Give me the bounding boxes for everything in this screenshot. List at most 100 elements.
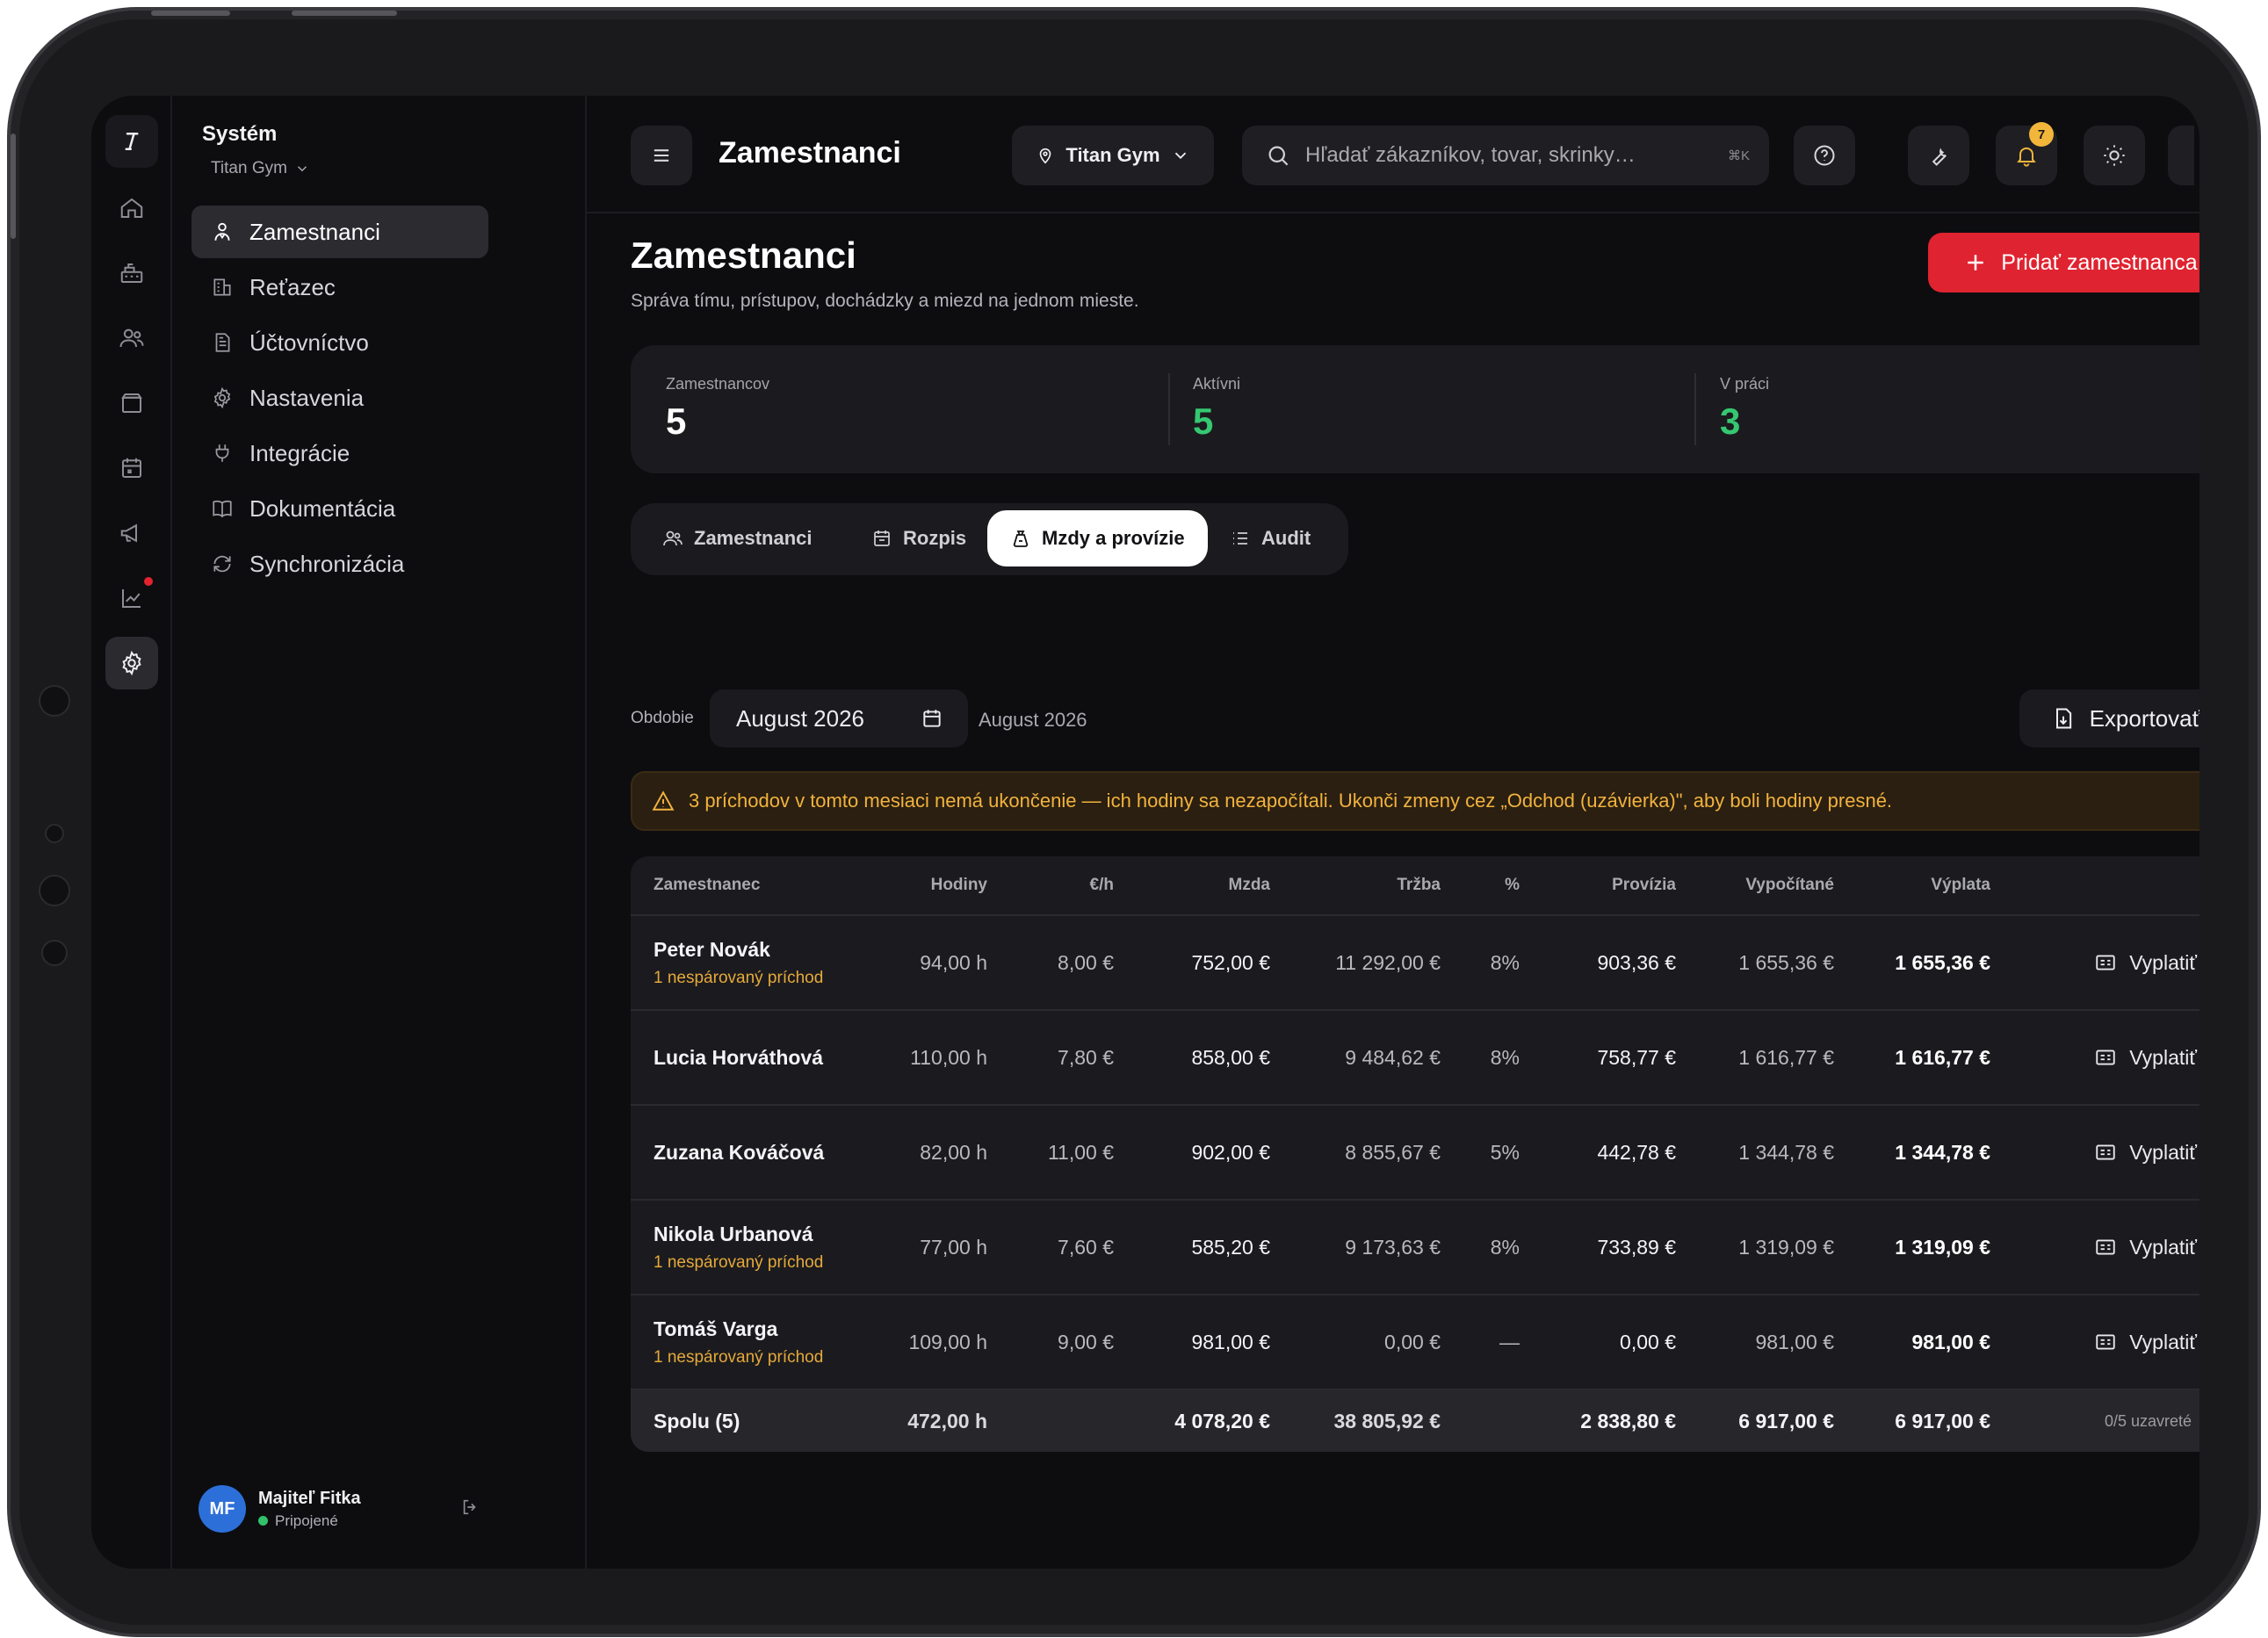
help-button[interactable] [1794, 126, 1855, 185]
tab-rozpis[interactable]: Rozpis [849, 510, 989, 566]
pay-button[interactable]: Vyplatiť [2094, 1141, 2197, 1165]
column-header[interactable]: Zamestnanec [631, 876, 875, 895]
calculated-cell: 1 344,78 € [1738, 1140, 1834, 1164]
tablet-frame: Systém Titan Gym Zamestnanci Reťazec Účt… [7, 7, 2261, 1637]
payout-cell: 1 655,36 € [1895, 950, 1990, 974]
sidebar-item-dokumentacia[interactable]: Dokumentácia [191, 482, 488, 535]
column-header[interactable]: Provízia [1528, 876, 1685, 895]
location-selector[interactable]: Titan Gym [1012, 126, 1214, 185]
column-header[interactable]: Mzda [1123, 876, 1279, 895]
column-header[interactable]: Tržba [1279, 876, 1449, 895]
tab-mzdy[interactable]: Mzdy a provízie [987, 510, 1208, 566]
tab-label: Audit [1261, 527, 1311, 549]
table-row[interactable]: Nikola Urbanová 1 nespárovaný príchod 77… [631, 1199, 2199, 1294]
unpaired-warning: 1 nespárovaný príchod [654, 968, 824, 987]
hardware-button [292, 11, 397, 16]
payslip-icon [2096, 1144, 2115, 1160]
gym-switcher[interactable]: Titan Gym [211, 159, 310, 178]
totals-label: Spolu (5) [654, 1409, 740, 1432]
megaphone-icon[interactable] [105, 507, 158, 559]
sidebar-item-retazec[interactable]: Reťazec [191, 261, 488, 314]
user-profile[interactable]: MF Majiteľ Fitka Pripojené [199, 1483, 480, 1535]
employee-name[interactable]: Peter Novák [654, 938, 866, 962]
box-icon[interactable] [105, 377, 158, 429]
add-employee-button[interactable]: Pridať zamestnanca [1928, 233, 2199, 292]
tab-audit[interactable]: Audit [1207, 510, 1333, 566]
hardware-button [151, 11, 230, 16]
employee-name[interactable]: Zuzana Kováčová [654, 1141, 866, 1165]
column-header[interactable]: Výplata [1843, 876, 1999, 895]
sidebar-item-uctovnictvo[interactable]: Účtovníctvo [191, 316, 488, 369]
sync-icon [213, 555, 231, 573]
tools-button[interactable] [1908, 126, 1969, 185]
totals-closed-cell: 0/5 uzavreté [1999, 1412, 2199, 1431]
home-icon[interactable] [105, 182, 158, 235]
wage-cell: 585,20 € [1191, 1235, 1270, 1259]
sensor-icon [41, 940, 68, 966]
tab-zamestnanci[interactable]: Zamestnanci [639, 510, 835, 566]
tab-label: Mzdy a provízie [1042, 527, 1185, 549]
cash-register-icon[interactable] [105, 247, 158, 299]
app-logo-icon[interactable] [105, 115, 158, 168]
tab-label: Zamestnanci [694, 527, 813, 549]
table-row[interactable]: Zuzana Kováčová 82,00 h 11,00 € 902,00 €… [631, 1104, 2199, 1199]
total-revenue: 38 805,92 € [1333, 1409, 1441, 1432]
pay-button[interactable]: Vyplatiť [2094, 951, 2197, 975]
calendar-icon[interactable] [105, 442, 158, 494]
stat-label: V práci [1720, 375, 1770, 393]
sidebar-nav: Zamestnanci Reťazec Účtovníctvo Nastaven… [191, 206, 488, 593]
table-row[interactable]: Tomáš Varga 1 nespárovaný príchod 109,00… [631, 1294, 2199, 1389]
column-header[interactable]: Vypočítané [1685, 876, 1843, 895]
user-name: Majiteľ Fitka [258, 1488, 361, 1508]
gear-icon[interactable] [105, 637, 158, 689]
logout-icon[interactable] [460, 1497, 480, 1521]
column-header[interactable]: Hodiny [875, 876, 996, 895]
sidebar-item-label: Účtovníctvo [249, 328, 369, 356]
pay-button[interactable]: Vyplatiť [2094, 1236, 2197, 1259]
period-label: Obdobie [631, 709, 694, 727]
menu-button[interactable] [631, 126, 692, 185]
payout-cell: 1 616,77 € [1895, 1045, 1990, 1069]
sidebar-item-integracie[interactable]: Integrácie [191, 427, 488, 480]
employee-cell: Peter Novák 1 nespárovaný príchod [631, 938, 875, 988]
commission-cell: 442,78 € [1597, 1140, 1676, 1164]
notifications-button[interactable]: 7 [1996, 122, 2057, 185]
employee-name[interactable]: Tomáš Varga [654, 1317, 866, 1341]
screen: Systém Titan Gym Zamestnanci Reťazec Účt… [91, 96, 2199, 1569]
sidebar-item-zamestnanci[interactable]: Zamestnanci [191, 206, 488, 258]
visibility-button[interactable] [2168, 126, 2194, 185]
payslip-icon [2096, 1239, 2115, 1255]
column-header[interactable]: €/h [996, 876, 1123, 895]
revenue-cell: 0,00 € [1384, 1330, 1441, 1353]
employee-name[interactable]: Lucia Horváthová [654, 1046, 866, 1070]
sidebar-item-label: Reťazec [249, 273, 336, 300]
online-dot-icon [258, 1516, 268, 1526]
hamburger-icon [654, 149, 669, 162]
sidebar-item-nastavenia[interactable]: Nastavenia [191, 372, 488, 424]
pay-button[interactable]: Vyplatiť [2094, 1046, 2197, 1070]
sidebar-item-synchronizacia[interactable]: Synchronizácia [191, 538, 488, 590]
sidebar-item-label: Dokumentácia [249, 494, 396, 522]
hours-cell: 110,00 h [910, 1045, 987, 1069]
sun-icon [2104, 145, 2125, 166]
table-row[interactable]: Peter Novák 1 nespárovaný príchod 94,00 … [631, 914, 2199, 1009]
users-icon[interactable] [105, 312, 158, 364]
chart-icon[interactable] [105, 572, 158, 624]
commission-cell: 0,00 € [1620, 1330, 1676, 1353]
building-icon [213, 278, 231, 296]
search-input[interactable]: Hľadať zákazníkov, tovar, skrinky… ⌘K [1242, 126, 1769, 185]
table-row[interactable]: Lucia Horváthová 110,00 h 7,80 € 858,00 … [631, 1009, 2199, 1104]
export-button[interactable]: Exportovať [2019, 689, 2199, 747]
stat-label: Zamestnancov [666, 375, 770, 393]
payout-cell: 981,00 € [1911, 1330, 1990, 1353]
pay-button[interactable]: Vyplatiť [2094, 1331, 2197, 1354]
rate-cell: 7,80 € [1058, 1045, 1114, 1069]
alert-text: 3 príchodov v tomto mesiaci nemá ukončen… [689, 790, 1893, 812]
column-header[interactable]: % [1449, 876, 1528, 895]
unpaired-warning: 1 nespárovaný príchod [654, 1347, 824, 1367]
theme-toggle-button[interactable] [2084, 126, 2145, 185]
top-bar: Zamestnanci Titan Gym Hľadať zákazníkov,… [587, 96, 2199, 213]
period-month-input[interactable]: August 2026 [710, 689, 968, 747]
employee-name[interactable]: Nikola Urbanová [654, 1223, 866, 1246]
percent-cell: 8% [1490, 1235, 1520, 1259]
